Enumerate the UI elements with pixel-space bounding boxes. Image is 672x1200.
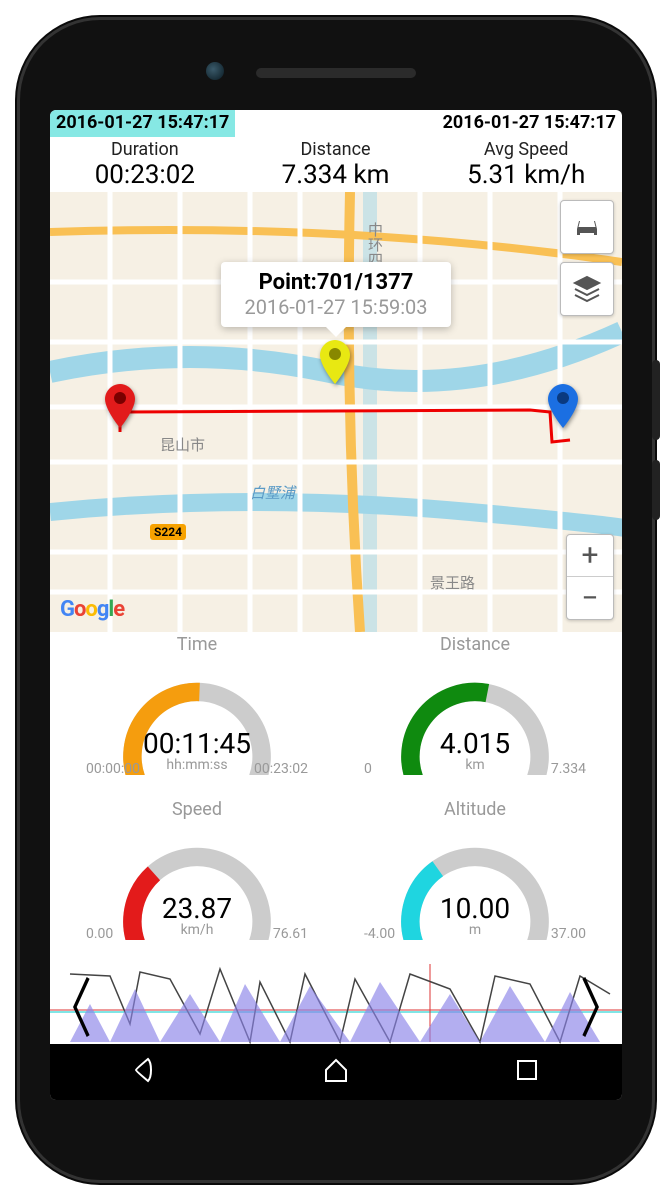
gauge-value: 10.00: [336, 892, 614, 925]
gauge-value: 23.87: [58, 892, 336, 925]
gauge-min: -4.00: [364, 926, 395, 942]
start-marker-icon[interactable]: [105, 384, 135, 428]
gauge-value: 4.015: [336, 727, 614, 760]
zoom-in-button[interactable]: +: [567, 535, 613, 577]
gauge-value: 00:11:45: [58, 727, 336, 760]
gauge-altitude: Altitude 10.00 m -4.00 37.00: [336, 797, 614, 962]
chart-next-button[interactable]: 〉: [580, 959, 622, 1051]
phone-side-button: [652, 360, 660, 440]
home-button[interactable]: [321, 1055, 351, 1089]
phone-speaker: [256, 68, 416, 78]
gauge-speed: Speed 23.87 km/h 0.00 76.61: [58, 797, 336, 962]
stat-avgspeed: Avg Speed 5.31 km/h: [431, 137, 622, 192]
layers-icon: [572, 274, 602, 304]
driving-mode-button[interactable]: [560, 200, 614, 254]
road-badge-s224: S224: [150, 524, 186, 540]
map-layers-button[interactable]: [560, 262, 614, 316]
end-marker-icon[interactable]: [548, 384, 578, 428]
recent-icon: [512, 1055, 542, 1085]
start-timestamp: 2016-01-27 15:47:17: [50, 110, 235, 137]
phone-frame: 2016-01-27 15:47:17 2016-01-27 15:47:17 …: [20, 20, 652, 1180]
stat-distance: Distance 7.334 km: [241, 137, 432, 192]
marker-info-window[interactable]: Point:701/1377 2016-01-27 15:59:03: [221, 262, 451, 327]
chart-prev-button[interactable]: 〈: [50, 959, 92, 1051]
gauge-max: 00:23:02: [254, 761, 308, 777]
home-icon: [321, 1055, 351, 1085]
back-button[interactable]: [130, 1055, 160, 1089]
stat-duration: Duration 00:23:02: [50, 137, 241, 192]
gauge-min: 0.00: [86, 926, 113, 942]
gauge-max: 37.00: [551, 926, 586, 942]
speed-chart[interactable]: 〈 〉: [50, 962, 622, 1044]
gauge-min: 0: [364, 761, 372, 777]
current-marker-icon[interactable]: [320, 340, 350, 384]
gauge-min: 00:00:00: [86, 761, 140, 777]
map-label-canal: 白墅浦: [250, 482, 295, 503]
gauge-title: Time: [58, 634, 336, 655]
gauge-distance: Distance 4.015 km 0 7.334: [336, 632, 614, 797]
gauges-panel: Time 00:11:45 hh:mm:ss 00:00:00 00:23:02…: [50, 632, 622, 962]
google-logo: Google: [60, 597, 124, 622]
car-icon: [572, 215, 602, 239]
gauge-max: 7.334: [551, 761, 586, 777]
recent-apps-button[interactable]: [512, 1055, 542, 1089]
map-label-road: 景王路: [430, 572, 475, 593]
zoom-controls: + −: [566, 534, 614, 620]
zoom-out-button[interactable]: −: [567, 577, 613, 619]
gauge-title: Speed: [58, 799, 336, 820]
stat-value: 5.31 km/h: [431, 160, 621, 190]
gauge-title: Distance: [336, 634, 614, 655]
summary-stats: Duration 00:23:02 Distance 7.334 km Avg …: [50, 137, 622, 192]
gauge-title: Altitude: [336, 799, 614, 820]
android-nav-bar: [50, 1044, 622, 1100]
end-timestamp: 2016-01-27 15:47:17: [437, 110, 622, 137]
stat-label: Distance: [241, 139, 431, 160]
timestamp-row: 2016-01-27 15:47:17 2016-01-27 15:47:17: [50, 110, 622, 137]
stat-value: 00:23:02: [50, 160, 240, 190]
gauge-time: Time 00:11:45 hh:mm:ss 00:00:00 00:23:02: [58, 632, 336, 797]
back-icon: [130, 1055, 160, 1085]
speed-chart-svg: [50, 962, 622, 1044]
map-view[interactable]: 白墅浦 景王路 昆山市 中环四路 S224 Point:701/1377 201…: [50, 192, 622, 632]
info-window-time: 2016-01-27 15:59:03: [235, 295, 437, 319]
map-label-city: 昆山市: [160, 434, 205, 455]
phone-side-button: [652, 460, 660, 520]
app-screen: 2016-01-27 15:47:17 2016-01-27 15:47:17 …: [50, 110, 622, 1100]
info-window-title: Point:701/1377: [235, 270, 437, 295]
stat-value: 7.334 km: [241, 160, 431, 190]
gauge-max: 76.61: [273, 926, 308, 942]
map-tiles: [50, 192, 622, 632]
phone-camera: [206, 62, 224, 80]
stat-label: Duration: [50, 139, 240, 160]
stat-label: Avg Speed: [431, 139, 621, 160]
